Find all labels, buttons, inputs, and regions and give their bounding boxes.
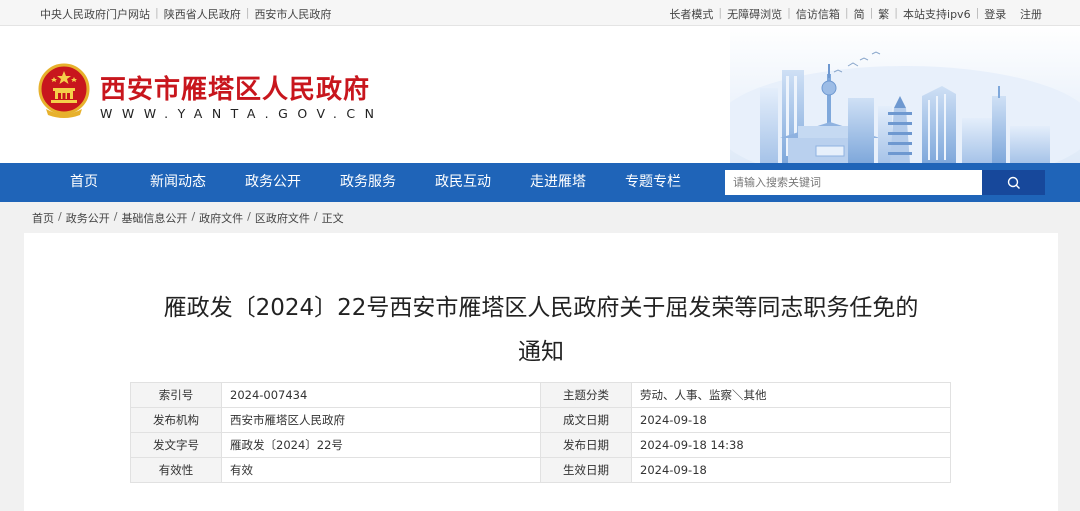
meta-key: 发文字号 [130,432,222,458]
city-skyline-illustration [730,26,1080,163]
meta-key: 发布日期 [540,432,632,458]
breadcrumb-district-documents[interactable]: 区政府文件 [255,210,310,226]
meta-value: 2024-09-18 [631,407,951,433]
register-link[interactable]: 注册 [1020,6,1042,22]
site-domain: WWW.YANTA.GOV.CN [100,106,384,121]
breadcrumb-home[interactable]: 首页 [32,210,54,226]
simplified-chinese-link[interactable]: 简 [854,6,865,22]
divider: | [155,6,159,19]
breadcrumb-basic-info[interactable]: 基础信息公开 [121,210,187,226]
breadcrumb-separator: / [191,210,196,223]
search-icon [1007,176,1020,189]
article-panel: 雁政发〔2024〕22号西安市雁塔区人民政府关于屈发荣等同志职务任免的 通知 索… [24,233,1058,511]
top-bar: 中央人民政府门户网站 | 陕西省人民政府 | 西安市人民政府 长者模式 | 无障… [0,0,1080,26]
link-central-gov[interactable]: 中央人民政府门户网站 [40,6,150,22]
utility-links: 长者模式 | 无障碍浏览 | 信访信箱 | 简 | 繁 | 本站支持ipv6 |… [669,6,1042,22]
external-links: 中央人民政府门户网站 | 陕西省人民政府 | 西安市人民政府 [40,6,331,22]
search-button[interactable] [982,170,1045,195]
national-emblem-icon[interactable] [38,63,90,119]
main-nav: 首页 新闻动态 政务公开 政务服务 政民互动 走进雁塔 专题专栏 [0,163,1080,202]
article-title-line: 通知 [518,339,564,365]
petition-mailbox-link[interactable]: 信访信箱 [796,6,840,22]
nav-about-yanta[interactable]: 走进雁塔 [513,163,603,202]
document-metadata-table: 索引号 2024-007434 主题分类 劳动、人事、监察＼其他 发布机构 西安… [130,382,951,483]
meta-value: 2024-007434 [221,382,541,408]
divider: | [869,6,874,19]
nav-special-topics[interactable]: 专题专栏 [608,163,698,202]
nav-news[interactable]: 新闻动态 [133,163,223,202]
breadcrumb-separator: / [313,210,318,223]
table-row: 索引号 2024-007434 主题分类 劳动、人事、监察＼其他 [130,382,951,408]
table-row: 有效性 有效 生效日期 2024-09-18 [130,457,951,483]
breadcrumb-separator: / [58,210,62,223]
breadcrumb-current: 正文 [321,212,344,225]
divider: | [894,6,899,19]
meta-key: 发布机构 [130,407,222,433]
breadcrumb-separator: / [113,210,118,223]
divider: | [844,6,849,19]
traditional-chinese-link[interactable]: 繁 [878,6,889,22]
divider: | [975,6,980,19]
link-xian-gov[interactable]: 西安市人民政府 [254,6,331,22]
nav-gov-services[interactable]: 政务服务 [323,163,413,202]
table-row: 发文字号 雁政发〔2024〕22号 发布日期 2024-09-18 14:38 [130,432,951,458]
meta-key: 生效日期 [540,457,632,483]
nav-gov-affairs-open[interactable]: 政务公开 [228,163,318,202]
meta-key: 有效性 [130,457,222,483]
meta-key: 成文日期 [540,407,632,433]
login-link[interactable]: 登录 [984,6,1006,22]
table-row: 发布机构 西安市雁塔区人民政府 成文日期 2024-09-18 [130,407,951,433]
article-title-line: 雁政发〔2024〕22号西安市雁塔区人民政府关于屈发荣等同志职务任免的 [163,295,919,321]
breadcrumb: 首页 / 政务公开 / 基础信息公开 / 政府文件 / 区政府文件 / 正文 [32,210,344,226]
meta-value: 劳动、人事、监察＼其他 [631,382,951,408]
meta-value: 有效 [221,457,541,483]
site-title[interactable]: 西安市雁塔区人民政府 [100,69,370,106]
link-shaanxi-gov[interactable]: 陕西省人民政府 [164,6,241,22]
elder-mode-link[interactable]: 长者模式 [669,6,713,22]
meta-value: 2024-09-18 [631,457,951,483]
search-input[interactable] [725,170,982,195]
ipv6-support-link[interactable]: 本站支持ipv6 [903,6,971,22]
accessibility-link[interactable]: 无障碍浏览 [727,6,782,22]
meta-value: 西安市雁塔区人民政府 [221,407,541,433]
meta-key: 主题分类 [540,382,632,408]
nav-interaction[interactable]: 政民互动 [418,163,508,202]
nav-home[interactable]: 首页 [39,163,129,202]
breadcrumb-separator: / [247,210,251,223]
spacer: | [1011,6,1015,22]
meta-key: 索引号 [130,382,222,408]
breadcrumb-gov-affairs-open[interactable]: 政务公开 [66,210,110,226]
breadcrumb-gov-documents[interactable]: 政府文件 [199,210,243,226]
divider: | [718,6,723,19]
divider: | [787,6,791,19]
divider: | [245,6,250,19]
article-title: 雁政发〔2024〕22号西安市雁塔区人民政府关于屈发荣等同志职务任免的 通知 [24,286,1058,374]
meta-value: 2024-09-18 14:38 [631,432,951,458]
meta-value: 雁政发〔2024〕22号 [221,432,541,458]
site-header: 西安市雁塔区人民政府 WWW.YANTA.GOV.CN [0,26,1080,163]
